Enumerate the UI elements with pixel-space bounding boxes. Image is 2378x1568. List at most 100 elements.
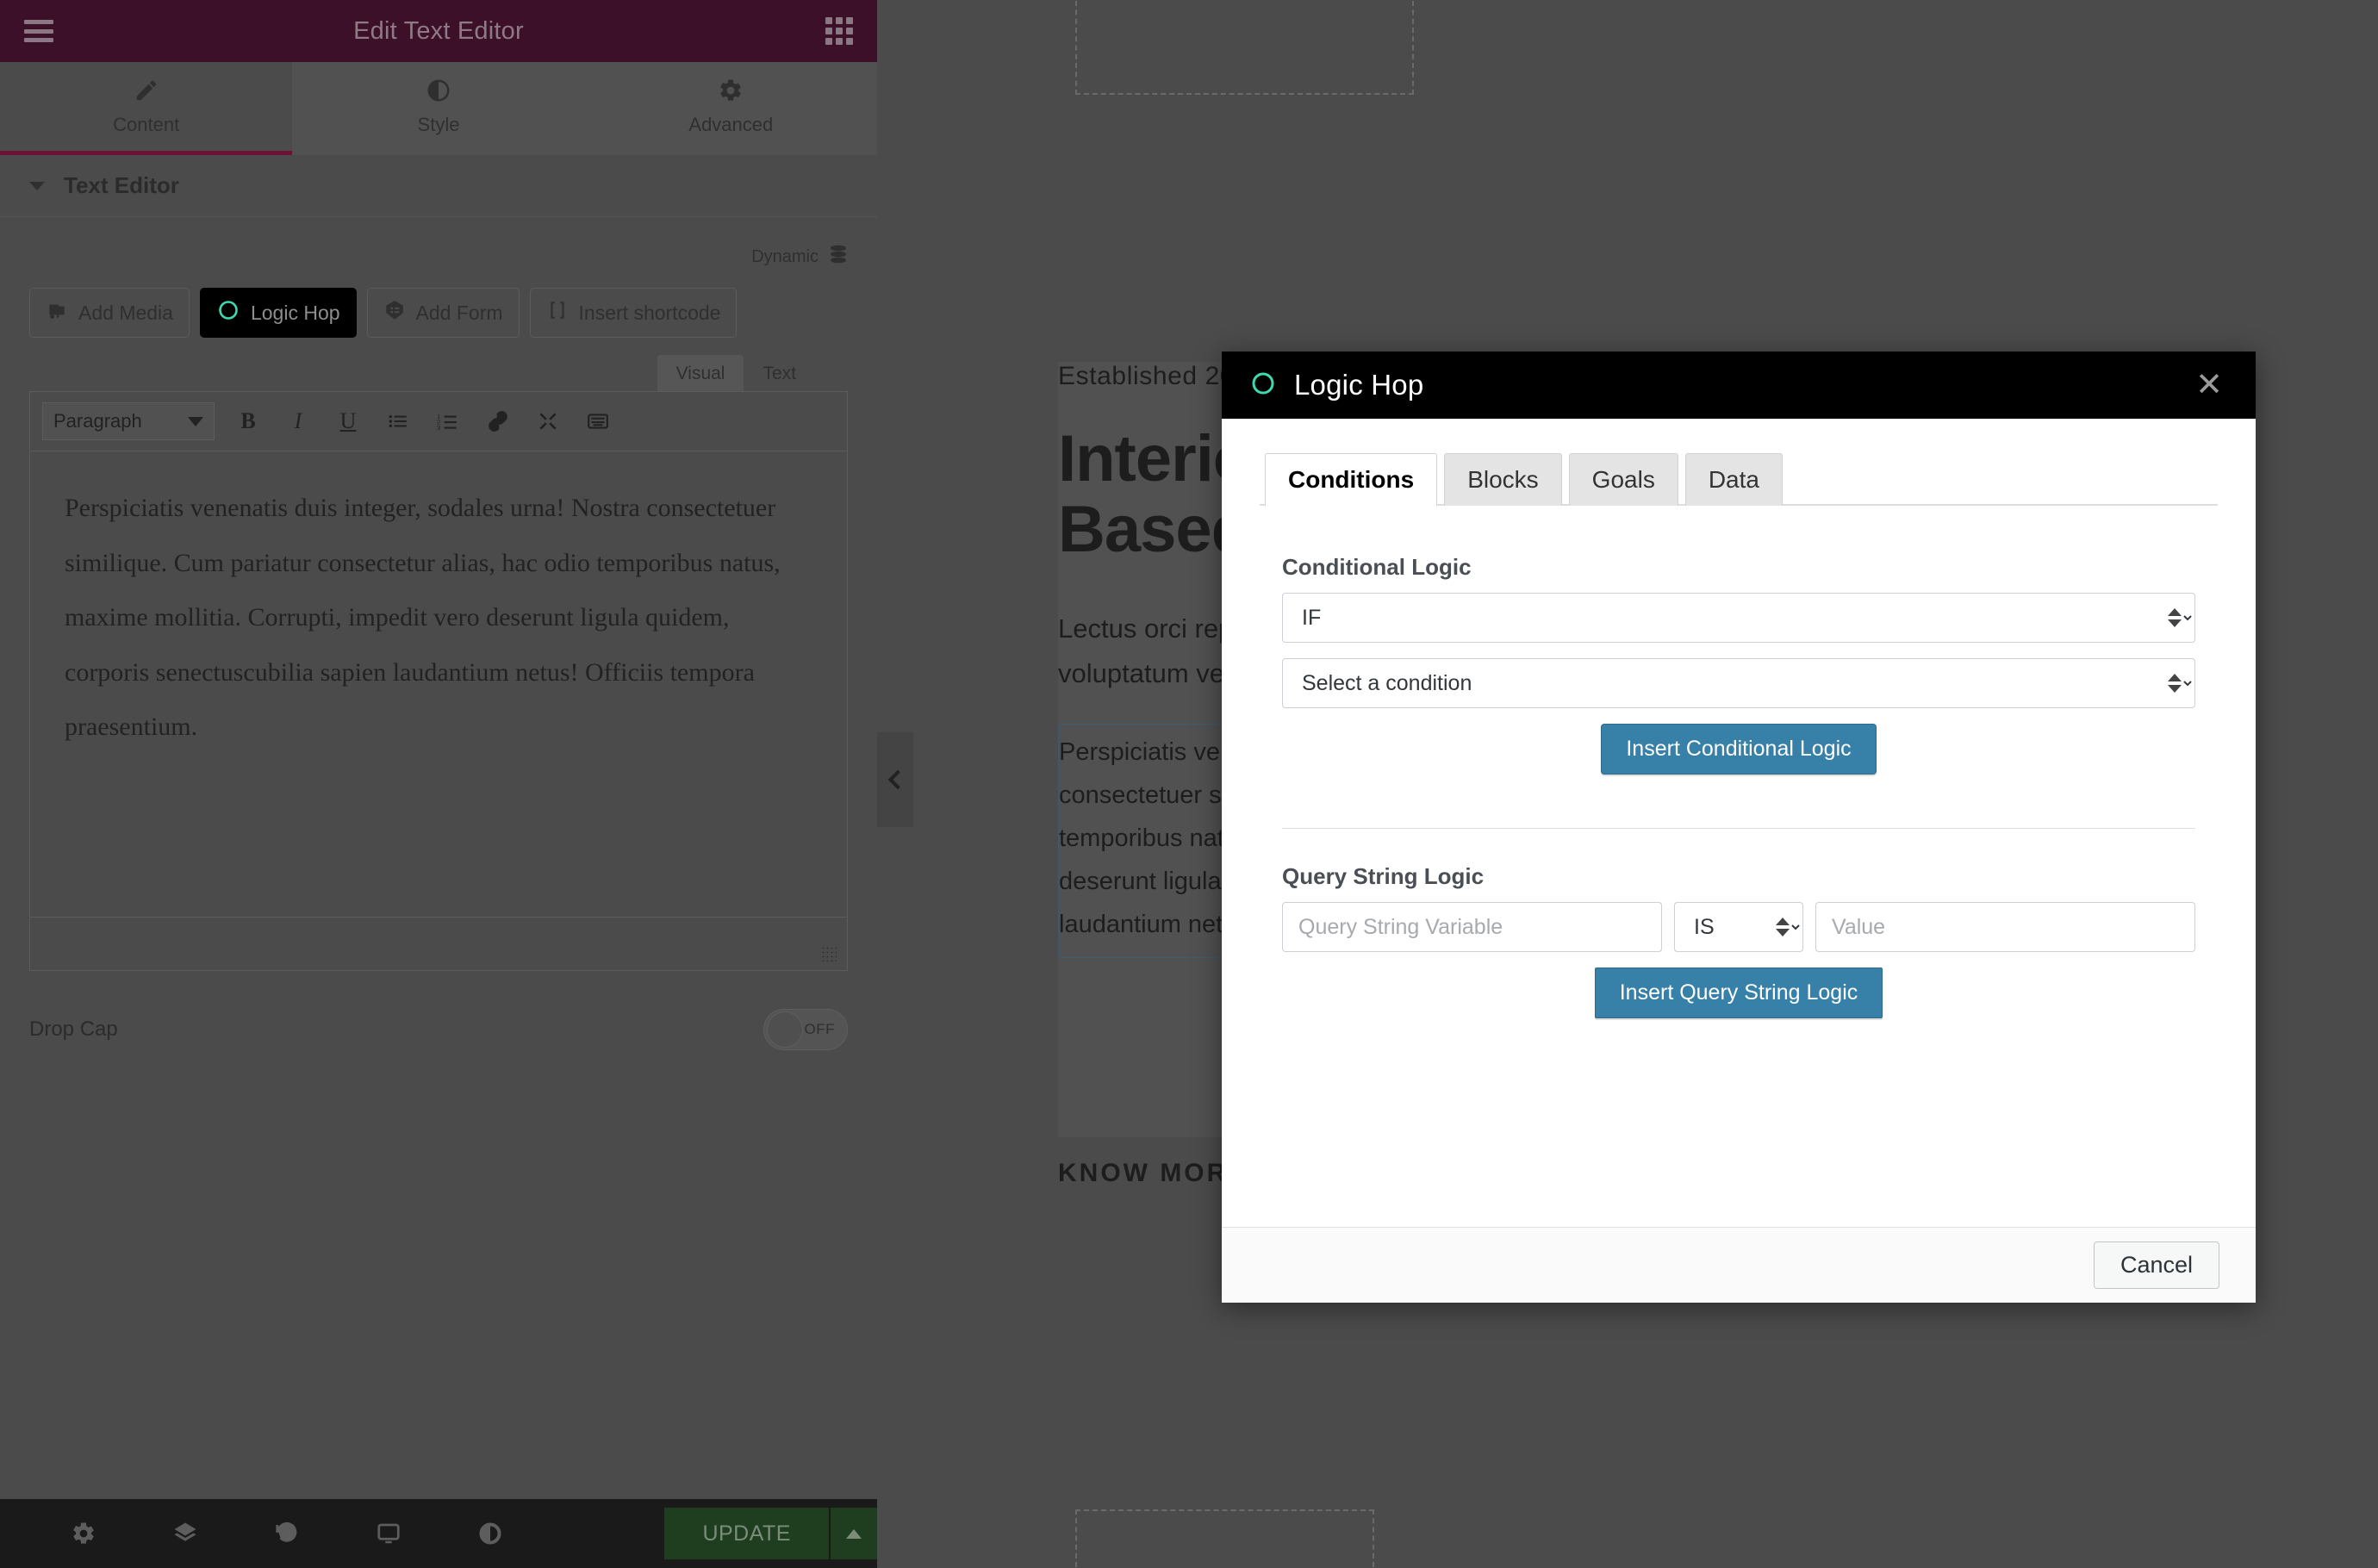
wp-editor[interactable]: Paragraph B I U 123 Perspiciatis venenat… [29, 391, 848, 971]
tab-blocks[interactable]: Blocks [1444, 453, 1562, 506]
numbered-list-icon[interactable]: 123 [432, 405, 464, 438]
tab-data[interactable]: Data [1684, 453, 1783, 506]
query-string-variable-input[interactable] [1282, 902, 1662, 952]
app-root: Established 2017 Interior Based Lectus o… [0, 0, 2378, 1568]
panel-footer[interactable]: UPDATE [0, 1499, 877, 1568]
query-string-logic-section: Query String Logic IS [1260, 829, 2218, 1018]
tab-visual[interactable]: Visual [657, 355, 744, 391]
navigator-layers-icon[interactable] [134, 1521, 236, 1546]
tab-conditions[interactable]: Conditions [1265, 453, 1438, 506]
tab-content-label: Content [113, 113, 180, 135]
add-form-button[interactable]: Add Form [366, 288, 520, 338]
page-title: Edit Text Editor [353, 16, 524, 45]
insert-shortcode-label: Insert shortcode [578, 301, 721, 324]
add-media-label: Add Media [78, 301, 173, 324]
modal-title: Logic Hop [1294, 369, 1424, 401]
insert-query-string-logic-button[interactable]: Insert Query String Logic [1594, 968, 1883, 1018]
query-string-logic-heading: Query String Logic [1282, 863, 1485, 889]
close-icon[interactable]: ✕ [2190, 365, 2228, 405]
query-string-row: IS [1282, 902, 2195, 952]
toggle-state-label: OFF [804, 1021, 835, 1037]
insert-conditional-logic-button[interactable]: Insert Conditional Logic [1601, 724, 1877, 775]
modal-tab-bar[interactable]: Conditions Blocks Goals Data [1260, 451, 2218, 506]
tab-advanced-label: Advanced [688, 113, 774, 135]
format-select-value: Paragraph [53, 410, 142, 432]
drop-cap-toggle[interactable]: OFF [763, 1009, 848, 1050]
media-button-group[interactable]: Add Media Logic Hop Add Form Insert shor… [29, 288, 848, 338]
logic-hop-label: Logic Hop [250, 301, 340, 324]
section-header-text-editor[interactable]: Text Editor [0, 155, 877, 217]
wp-editor-content-area[interactable]: Perspiciatis venenatis duis integer, sod… [30, 451, 847, 917]
database-icon [829, 245, 848, 270]
logichop-ring-icon [216, 298, 240, 327]
grid-dots-icon[interactable] [825, 17, 853, 45]
tab-content[interactable]: Content [0, 62, 293, 155]
update-options-button[interactable] [829, 1508, 877, 1559]
form-icon [383, 299, 406, 327]
chevron-down-icon [29, 181, 45, 190]
chevron-up-icon [846, 1528, 862, 1539]
query-string-value-input[interactable] [1815, 902, 2195, 952]
panel-tab-bar[interactable]: Content Style Advanced [0, 62, 877, 155]
conditional-logic-heading: Conditional Logic [1282, 554, 1472, 580]
conditional-operator-select-wrap[interactable]: IF [1282, 593, 2195, 643]
empty-section-placeholder-top[interactable] [1075, 0, 1414, 95]
modal-footer: Cancel [1222, 1227, 2256, 1303]
update-button[interactable]: UPDATE [664, 1508, 829, 1559]
query-string-variable-wrap [1282, 902, 1662, 952]
link-icon[interactable] [482, 405, 514, 438]
elementor-panel[interactable]: Edit Text Editor Content Style Advanced … [0, 0, 877, 1568]
settings-gear-icon[interactable] [33, 1521, 134, 1546]
fullscreen-icon[interactable] [532, 405, 564, 438]
toggle-knob [767, 1011, 803, 1048]
know-more-link[interactable]: KNOW MORE [1058, 1159, 1248, 1188]
tab-style[interactable]: Style [292, 62, 585, 155]
condition-select[interactable]: Select a condition [1282, 658, 2195, 708]
conditional-operator-select[interactable]: IF [1282, 593, 2195, 643]
dynamic-label: Dynamic [751, 246, 819, 266]
chevron-left-icon [887, 769, 907, 790]
underline-icon[interactable]: U [332, 405, 364, 438]
bullet-list-icon[interactable] [382, 405, 414, 438]
drop-cap-label: Drop Cap [29, 1017, 118, 1041]
modal-body: Conditions Blocks Goals Data Conditional… [1222, 419, 2256, 1227]
query-string-operator-select[interactable]: IS [1674, 902, 1803, 952]
section-title: Text Editor [64, 172, 179, 198]
tab-advanced[interactable]: Advanced [584, 62, 877, 155]
brackets-icon [546, 299, 569, 327]
update-button-group[interactable]: UPDATE [664, 1508, 877, 1559]
contrast-icon [426, 78, 451, 103]
keyboard-icon[interactable] [582, 405, 614, 438]
preview-eye-icon[interactable] [439, 1521, 541, 1546]
add-form-label: Add Form [415, 301, 503, 324]
italic-icon[interactable]: I [282, 405, 314, 438]
bold-icon[interactable]: B [232, 405, 265, 438]
drop-cap-control[interactable]: Drop Cap OFF [29, 988, 848, 1071]
resize-grip-handle[interactable] [821, 946, 837, 961]
logic-hop-button[interactable]: Logic Hop [199, 288, 357, 338]
chevron-down-icon [188, 416, 203, 426]
condition-select-wrap[interactable]: Select a condition [1282, 658, 2195, 708]
cancel-button[interactable]: Cancel [2093, 1241, 2219, 1289]
add-media-button[interactable]: Add Media [29, 288, 190, 338]
panel-body: Dynamic Add Media Logic Hop Add Form Ins… [0, 217, 877, 1499]
wp-editor-toolbar[interactable]: Paragraph B I U 123 [30, 392, 847, 451]
query-string-operator-wrap[interactable]: IS [1674, 902, 1803, 952]
empty-section-placeholder-bottom[interactable] [1075, 1509, 1374, 1568]
modal-header: Logic Hop ✕ [1222, 352, 2256, 419]
hamburger-icon[interactable] [24, 20, 53, 42]
dynamic-tags-control[interactable]: Dynamic [29, 236, 848, 277]
tab-goals[interactable]: Goals [1568, 453, 1678, 506]
panel-collapse-handle[interactable] [877, 732, 913, 827]
responsive-monitor-icon[interactable] [338, 1521, 439, 1546]
insert-query-string-logic-row: Insert Query String Logic [1282, 968, 2195, 1018]
insert-shortcode-button[interactable]: Insert shortcode [529, 288, 738, 338]
panel-header: Edit Text Editor [0, 0, 877, 62]
wp-editor-mode-tabs[interactable]: Visual Text [29, 355, 848, 391]
history-undo-icon[interactable] [236, 1521, 338, 1546]
format-select[interactable]: Paragraph [42, 402, 215, 440]
gear-icon [718, 78, 744, 103]
media-icon [46, 299, 68, 327]
tab-text[interactable]: Text [744, 355, 815, 391]
logic-hop-modal[interactable]: Logic Hop ✕ Conditions Blocks Goals Data… [1222, 352, 2256, 1303]
